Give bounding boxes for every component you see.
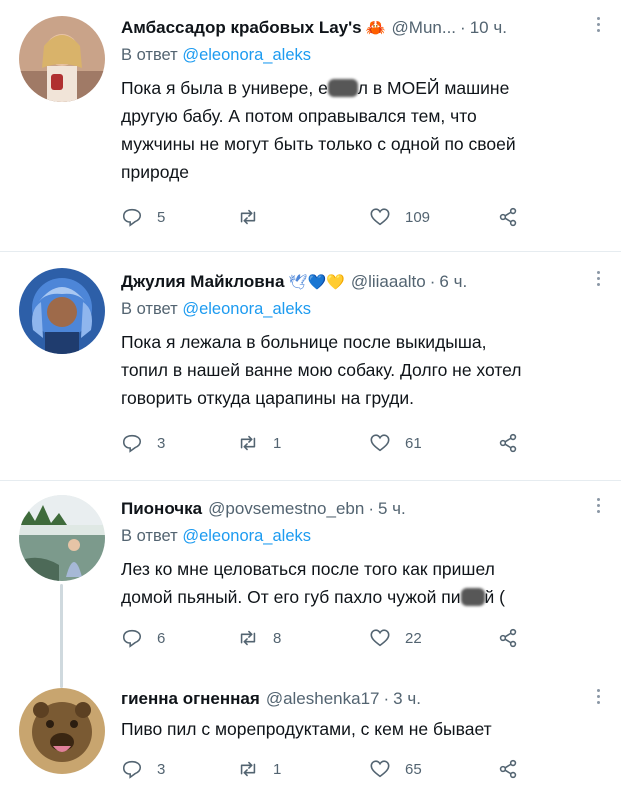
tweet-text: Пока я лежала в больнице после выкидыша,… [121, 332, 522, 408]
avatar[interactable] [19, 268, 105, 354]
author-name[interactable]: Джулия Майкловна [121, 272, 284, 292]
tweet-header: гиенна огненная @aleshenka17 · 3 ч. [121, 689, 421, 709]
reply-button[interactable]: 3 [121, 758, 165, 780]
like-count: 61 [405, 434, 422, 452]
retweet-icon [240, 435, 256, 451]
retweet-count: 8 [273, 629, 282, 647]
share-icon [499, 628, 517, 648]
retweet-button[interactable]: 1 [237, 432, 281, 454]
more-icon[interactable] [593, 495, 603, 517]
like-icon [370, 434, 390, 452]
tweet-header: Пионочка @povsemestno_ebn · 5 ч. [121, 499, 406, 519]
author-handle[interactable]: @liiaaalto [351, 272, 426, 292]
tweet-text: Пиво пил с морепродуктами, с кем не быва… [121, 719, 492, 739]
retweet-button[interactable]: 1 [237, 758, 281, 780]
timestamp[interactable]: 10 ч. [470, 18, 507, 38]
reply-mention[interactable]: @eleonora_aleks [182, 527, 311, 545]
reply-icon [122, 760, 142, 779]
reply-context: В ответ @eleonora_aleks [121, 527, 311, 545]
reply-context: В ответ @eleonora_aleks [121, 300, 311, 318]
avatar[interactable] [19, 688, 105, 774]
crab-emoji: 🦀 [365, 20, 386, 37]
like-count: 22 [405, 629, 422, 647]
reply-icon [122, 434, 142, 453]
author-handle[interactable]: @Mun... [392, 18, 457, 38]
censor-blur [327, 79, 358, 97]
author-name[interactable]: гиенна огненная [121, 689, 260, 709]
avatar[interactable] [19, 16, 105, 102]
like-icon [370, 760, 390, 778]
reply-button[interactable]: 3 [121, 432, 165, 454]
reply-mention[interactable]: @eleonora_aleks [182, 46, 311, 64]
reply-count: 5 [157, 208, 166, 226]
tweet-text: Лез ко мне целоваться после того как при… [121, 559, 506, 607]
share-icon [499, 759, 517, 779]
tweet-header: Джулия Майкловна 🕊💙💛 @liiaaalto · 6 ч. [121, 272, 468, 292]
reply-icon [122, 629, 142, 648]
like-button[interactable]: 22 [369, 627, 422, 649]
tweet-text: Пока я была в универе, ел в МОЕЙ машине … [121, 78, 516, 182]
timestamp[interactable]: 5 ч. [378, 499, 406, 519]
tweet-1[interactable]: Амбассадор крабовых Lay's 🦀 @Mun... · 10… [0, 0, 621, 250]
share-button[interactable] [497, 758, 519, 780]
timestamp[interactable]: 3 ч. [393, 689, 421, 709]
share-icon [499, 433, 517, 453]
share-button[interactable] [497, 627, 519, 649]
reply-icon [122, 208, 142, 227]
author-handle[interactable]: @povsemestno_ebn [208, 499, 364, 519]
tweet-3[interactable]: Пионочка @povsemestno_ebn · 5 ч. В ответ… [0, 481, 621, 669]
retweet-button[interactable]: 8 [237, 627, 281, 649]
reply-count: 6 [157, 629, 166, 647]
more-icon[interactable] [593, 14, 603, 36]
tweet-2[interactable]: Джулия Майкловна 🕊💙💛 @liiaaalto · 6 ч. В… [0, 252, 621, 480]
more-icon[interactable] [593, 686, 603, 708]
author-name[interactable]: Амбассадор крабовых Lay's [121, 18, 362, 38]
like-button[interactable]: 61 [369, 432, 422, 454]
reply-button[interactable]: 6 [121, 627, 165, 649]
retweet-icon [240, 761, 256, 777]
reply-count: 3 [157, 434, 166, 452]
like-count: 109 [405, 208, 431, 226]
share-button[interactable] [497, 432, 519, 454]
dove-hearts-emoji: 🕊💙💛 [288, 274, 345, 291]
share-button[interactable] [497, 206, 519, 228]
like-icon [370, 208, 390, 226]
author-name[interactable]: Пионочка [121, 499, 202, 519]
like-count: 65 [405, 760, 422, 778]
share-icon [499, 207, 517, 227]
reply-mention[interactable]: @eleonora_aleks [182, 300, 311, 318]
censor-blur [460, 588, 485, 606]
tweet-4[interactable]: гиенна огненная @aleshenka17 · 3 ч. Пиво… [0, 669, 621, 800]
reply-button[interactable]: 5 [121, 206, 165, 228]
avatar[interactable] [19, 495, 105, 581]
like-button[interactable]: 109 [369, 206, 430, 228]
tweet-header: Амбассадор крабовых Lay's 🦀 @Mun... · 10… [121, 18, 507, 38]
author-handle[interactable]: @aleshenka17 [266, 689, 380, 709]
reply-count: 3 [157, 760, 166, 778]
timestamp[interactable]: 6 ч. [439, 272, 467, 292]
retweet-button[interactable] [237, 206, 273, 228]
retweet-icon [240, 209, 256, 225]
reply-context: В ответ @eleonora_aleks [121, 46, 311, 64]
like-icon [370, 629, 390, 647]
more-icon[interactable] [593, 268, 603, 290]
retweet-count: 1 [273, 760, 282, 778]
retweet-count: 1 [273, 434, 282, 452]
like-button[interactable]: 65 [369, 758, 422, 780]
retweet-icon [240, 630, 256, 646]
